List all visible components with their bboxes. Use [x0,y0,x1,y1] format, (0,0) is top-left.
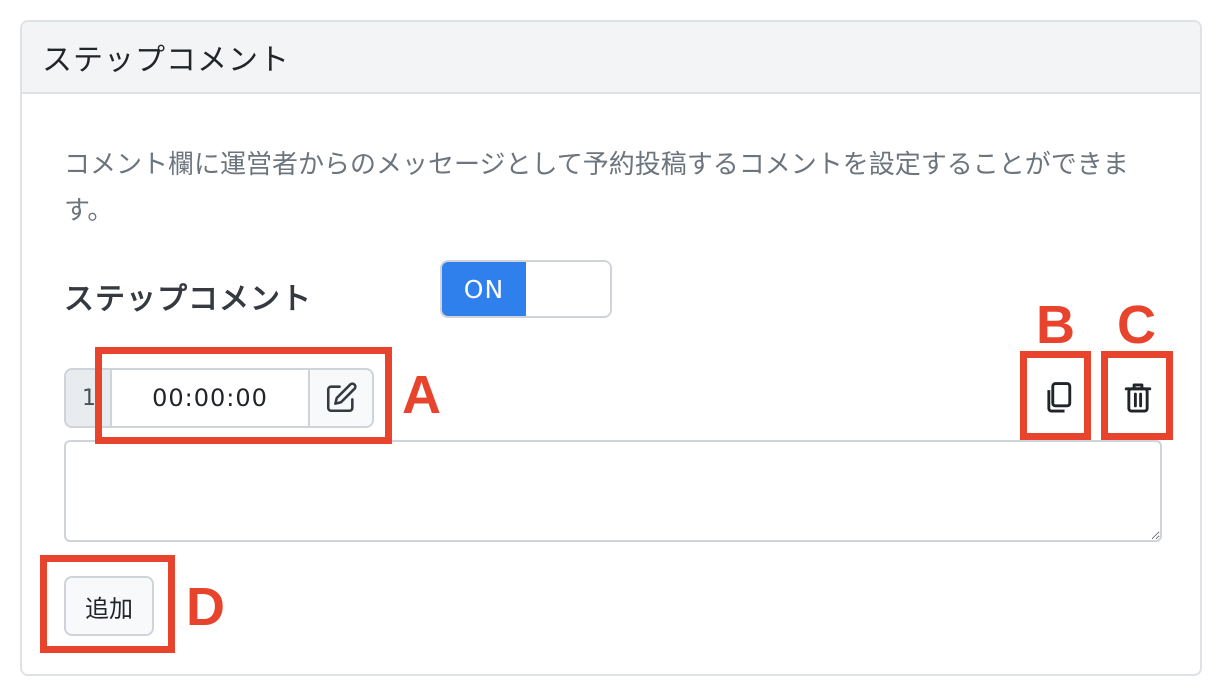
delete-button[interactable] [1112,368,1164,428]
toggle-on-label: ON [442,262,526,316]
comment-row-index: 1 [64,368,114,428]
edit-time-button[interactable] [308,368,374,428]
description-text: コメント欄に運営者からのメッセージとして予約投稿するコメントを設定することができ… [64,150,1129,226]
trash-icon [1124,383,1152,413]
toggle-off-area [526,262,610,316]
time-input[interactable] [110,368,310,428]
card-header: ステップコメント [22,22,1200,94]
add-button[interactable]: 追加 [64,576,154,636]
step-comment-toggle[interactable]: ON [440,260,612,318]
comment-textarea[interactable] [64,440,1162,542]
copy-icon [1047,382,1072,413]
copy-button[interactable] [1032,368,1084,428]
step-comment-setting-label: ステップコメント [64,282,312,317]
step-comment-card: ステップコメント コメント欄に運営者からのメッセージとして予約投稿するコメントを… [20,20,1202,676]
card-header-title: ステップコメント [42,43,290,78]
pencil-square-icon [326,382,357,413]
